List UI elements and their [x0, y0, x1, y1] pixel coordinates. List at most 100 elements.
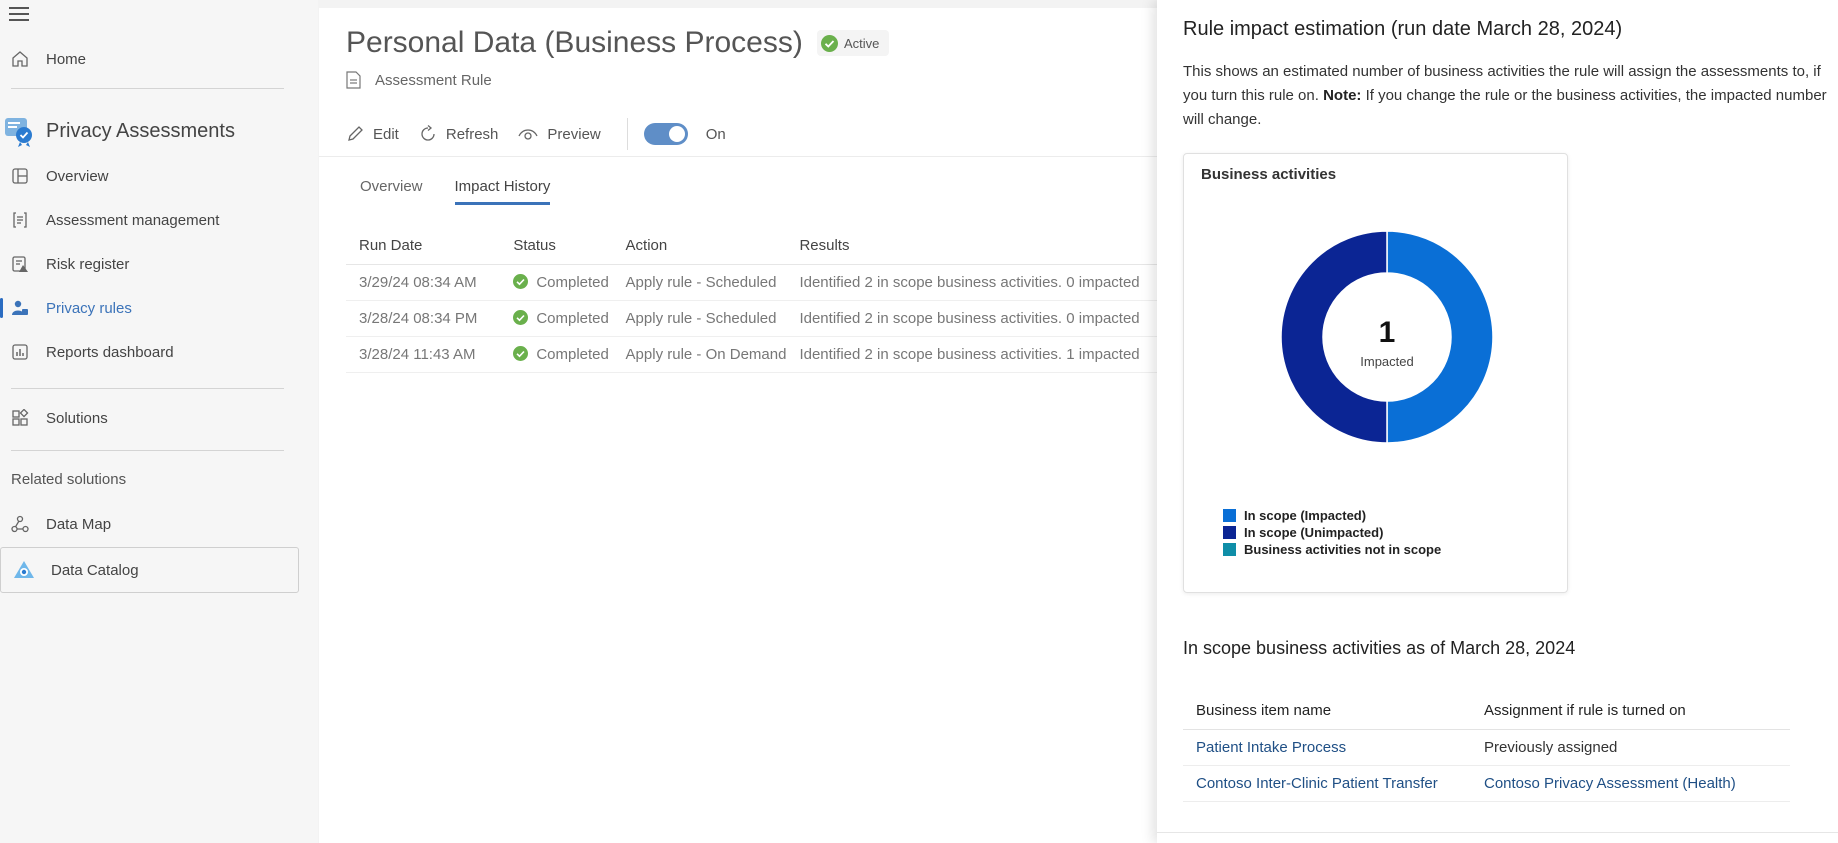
solutions-icon	[11, 409, 29, 427]
edit-button-label: Edit	[373, 125, 399, 143]
donut-slice-in-scope-unimpacted[interactable]	[1280, 230, 1388, 444]
tab-impact-history[interactable]: Impact History	[454, 178, 551, 205]
legend-item[interactable]: Business activities not in scope	[1223, 541, 1441, 558]
sidebar-item-label: Assessment management	[46, 211, 220, 229]
legend-label: In scope (Impacted)	[1244, 508, 1367, 523]
check-circle-icon	[513, 345, 529, 361]
column-header[interactable]: Run Date	[346, 228, 501, 265]
run-date-cell: 3/28/24 11:43 AM	[346, 336, 501, 373]
impact-history-table: Run Date Status Action Results 3/29/24 0…	[346, 228, 1186, 373]
nav-data-catalog-label: Data Catalog	[51, 561, 139, 579]
status-cell: Completed	[500, 300, 613, 337]
preview-button[interactable]: Preview	[518, 125, 601, 143]
sidebar-item-label: Reports dashboard	[46, 343, 174, 361]
column-header: Assignment if rule is turned on	[1471, 693, 1790, 730]
donut-center-value: 1	[1379, 316, 1396, 349]
sidebar-item-privacy-rules[interactable]: Privacy rules	[0, 288, 300, 328]
chart-title: Business activities	[1201, 166, 1337, 183]
document-icon	[346, 71, 361, 89]
sidebar-item-assessment-management[interactable]: Assessment management	[0, 200, 300, 240]
nav-solutions-label: Solutions	[46, 409, 108, 427]
page-subtitle-text: Assessment Rule	[375, 71, 492, 89]
table-row[interactable]: 3/29/24 08:34 AM Completed Apply rule - …	[346, 264, 1186, 301]
nav-divider	[11, 450, 284, 451]
action-cell: Apply rule - On Demand	[612, 336, 787, 373]
nav-home-label: Home	[46, 50, 87, 68]
nav-data-map[interactable]: Data Map	[0, 504, 300, 544]
table-row: Patient Intake Process Previously assign…	[1183, 729, 1790, 766]
table-row: Contoso Inter-Clinic Patient Transfer Co…	[1183, 765, 1790, 802]
legend-swatch	[1223, 526, 1236, 539]
column-header[interactable]: Status	[500, 228, 613, 265]
nav-data-catalog[interactable]: Data Catalog	[0, 547, 299, 593]
nav-solutions[interactable]: Solutions	[0, 398, 300, 438]
legend-swatch	[1223, 509, 1236, 522]
hamburger-menu-icon[interactable]	[9, 7, 29, 23]
app-title: Privacy Assessments	[4, 115, 235, 147]
edit-button[interactable]: Edit	[346, 125, 399, 143]
eye-icon	[518, 129, 538, 140]
overview-icon	[11, 167, 29, 185]
data-map-icon	[11, 515, 29, 533]
status-badge-label: Active	[844, 35, 880, 51]
panel-title: Rule impact estimation (run date March 2…	[1183, 18, 1623, 40]
table-row[interactable]: 3/28/24 11:43 AM Completed Apply rule - …	[346, 336, 1186, 373]
run-date-cell: 3/29/24 08:34 AM	[346, 264, 501, 301]
nav-data-map-label: Data Map	[46, 515, 112, 533]
sidebar-item-label: Risk register	[46, 255, 130, 273]
donut-slice-in-scope-impacted[interactable]	[1386, 230, 1494, 444]
nav-home[interactable]: Home	[0, 39, 300, 79]
assignment-link[interactable]: Contoso Privacy Assessment (Health)	[1471, 765, 1790, 802]
check-circle-icon	[513, 273, 529, 289]
main-content: Personal Data (Business Process) Active …	[319, 8, 1186, 843]
panel-description: This shows an estimated number of busine…	[1183, 60, 1833, 132]
in-scope-table: Business item name Assignment if rule is…	[1183, 693, 1790, 802]
rule-toggle[interactable]	[643, 123, 688, 145]
action-cell: Apply rule - Scheduled	[612, 300, 787, 337]
toolbar: Edit Refresh Preview On	[346, 118, 726, 150]
run-date-cell: 3/28/24 08:34 PM	[346, 300, 501, 337]
privacy-rules-icon	[11, 299, 29, 317]
donut-center-label: Impacted	[1360, 354, 1413, 369]
table-header-row: Run Date Status Action Results	[346, 228, 1186, 265]
legend-item[interactable]: In scope (Impacted)	[1223, 507, 1441, 524]
toggle-label: On	[705, 125, 726, 143]
status-cell: Completed	[500, 336, 613, 373]
toolbar-divider	[319, 156, 1159, 157]
status-text: Completed	[536, 273, 609, 291]
sidebar-item-risk-register[interactable]: Risk register	[0, 244, 300, 284]
sidebar-item-label: Overview	[46, 167, 109, 185]
donut-chart: 1 Impacted	[1280, 230, 1494, 444]
tab-bar: Overview Impact History	[360, 178, 582, 205]
impact-estimation-panel: Rule impact estimation (run date March 2…	[1157, 0, 1838, 843]
in-scope-section-title: In scope business activities as of March…	[1183, 638, 1576, 658]
column-header[interactable]: Results	[786, 228, 1186, 265]
legend-item[interactable]: In scope (Unimpacted)	[1223, 524, 1441, 541]
status-text: Completed	[536, 345, 609, 363]
panel-divider	[1157, 832, 1838, 833]
column-header[interactable]: Action	[612, 228, 787, 265]
tab-overview[interactable]: Overview	[360, 178, 423, 205]
nav-divider	[11, 388, 284, 389]
business-item-link[interactable]: Patient Intake Process	[1183, 729, 1471, 766]
sidebar-item-reports-dashboard[interactable]: Reports dashboard	[0, 332, 300, 372]
chart-legend: In scope (Impacted) In scope (Unimpacted)…	[1223, 507, 1441, 558]
toolbar-separator	[626, 118, 628, 150]
business-activities-chart-card: Business activities 1 Impacted In scope …	[1183, 153, 1568, 593]
pencil-icon	[348, 126, 363, 141]
refresh-button[interactable]: Refresh	[419, 125, 499, 143]
refresh-icon	[421, 125, 435, 141]
left-nav: Home Privacy Assessments Overview Assess…	[0, 0, 318, 843]
refresh-button-label: Refresh	[445, 125, 499, 143]
results-cell: Identified 2 in scope business activitie…	[786, 336, 1186, 373]
privacy-assessments-logo-icon	[5, 118, 32, 147]
table-header-row: Business item name Assignment if rule is…	[1183, 693, 1790, 730]
legend-label: Business activities not in scope	[1244, 542, 1442, 557]
business-item-link[interactable]: Contoso Inter-Clinic Patient Transfer	[1183, 765, 1471, 802]
results-cell: Identified 2 in scope business activitie…	[786, 264, 1186, 301]
sidebar-item-overview[interactable]: Overview	[0, 156, 300, 196]
sidebar-item-label: Privacy rules	[46, 299, 132, 317]
home-icon	[11, 50, 29, 68]
check-circle-icon	[821, 34, 838, 52]
table-row[interactable]: 3/28/24 08:34 PM Completed Apply rule - …	[346, 300, 1186, 337]
